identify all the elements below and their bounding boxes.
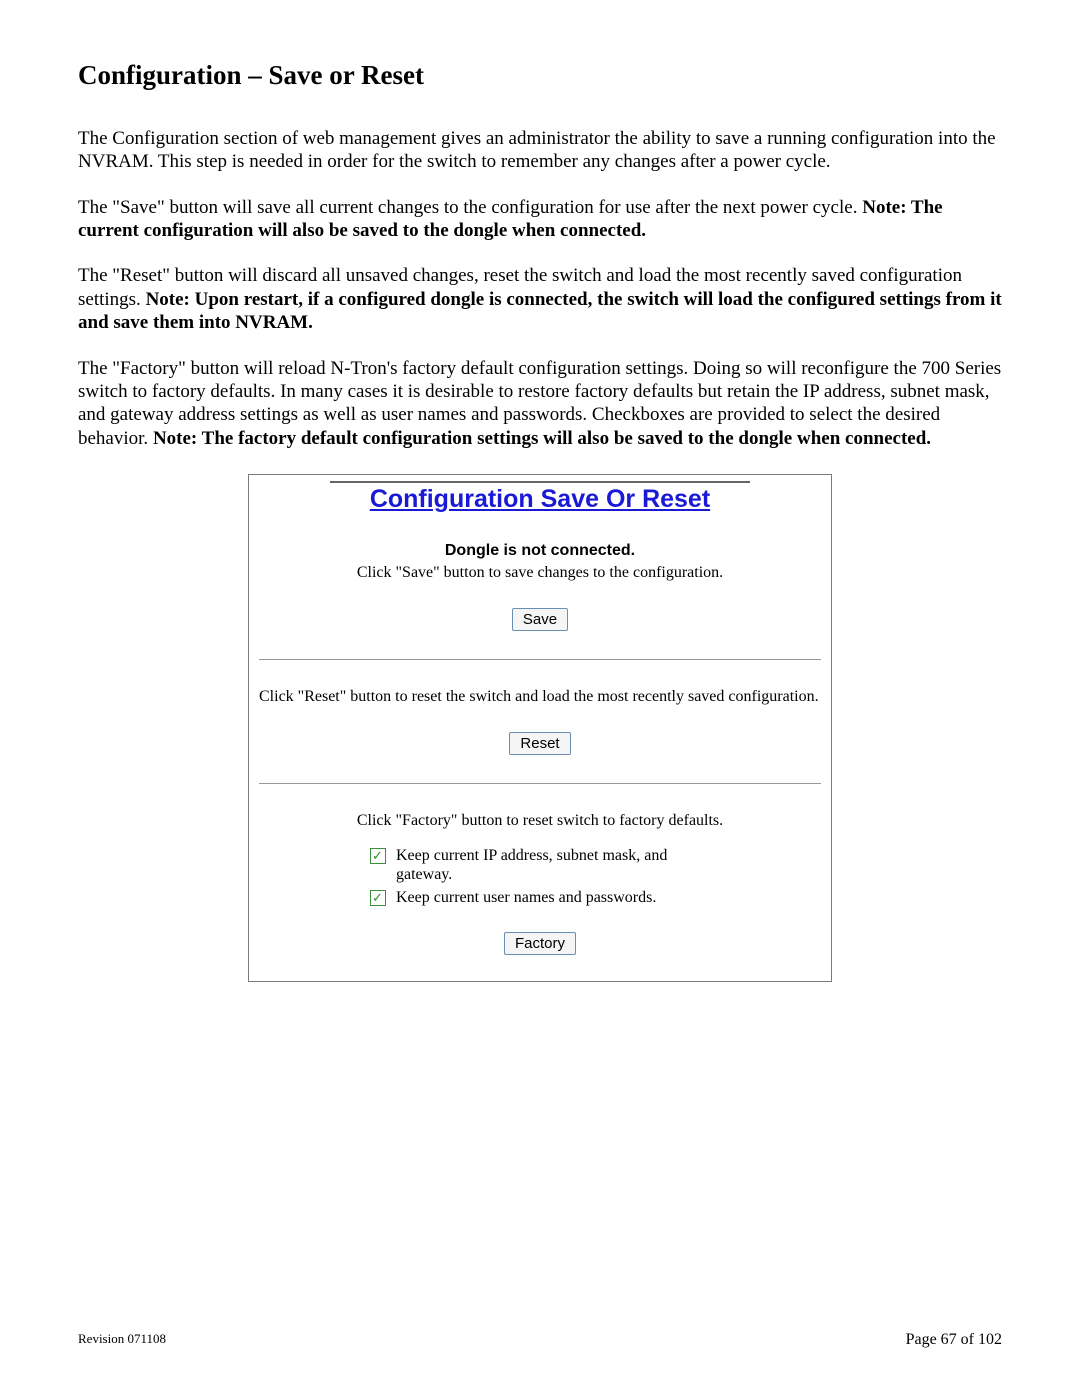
reset-button[interactable]: Reset	[509, 732, 570, 755]
save-hint: Click "Save" button to save changes to t…	[255, 564, 825, 582]
keep-ip-row: ✓ Keep current IP address, subnet mask, …	[370, 846, 710, 884]
panel-top-rule	[330, 481, 750, 483]
page-footer: Revision 071108 Page 67 of 102	[78, 1331, 1002, 1349]
revision-text: Revision 071108	[78, 1331, 166, 1349]
factory-paragraph: The "Factory" button will reload N-Tron'…	[78, 357, 1002, 450]
keep-users-label: Keep current user names and passwords.	[396, 888, 656, 907]
dongle-status: Dongle is not connected.	[255, 542, 825, 560]
factory-hint: Click "Factory" button to reset switch t…	[255, 812, 825, 830]
panel-title[interactable]: Configuration Save Or Reset	[255, 485, 825, 514]
keep-ip-checkbox[interactable]: ✓	[370, 848, 386, 864]
factory-options: ✓ Keep current IP address, subnet mask, …	[370, 846, 710, 908]
save-button[interactable]: Save	[512, 608, 568, 631]
keep-users-checkbox[interactable]: ✓	[370, 890, 386, 906]
config-panel: Configuration Save Or Reset Dongle is no…	[248, 474, 832, 982]
divider-2	[259, 783, 821, 784]
reset-paragraph-note: Note: Upon restart, if a configured dong…	[78, 289, 1002, 333]
factory-paragraph-note: Note: The factory default configuration …	[153, 428, 931, 449]
save-paragraph-text: The "Save" button will save all current …	[78, 197, 862, 218]
check-icon: ✓	[372, 848, 383, 864]
page-heading: Configuration – Save or Reset	[78, 60, 1002, 91]
check-icon: ✓	[372, 890, 383, 906]
factory-button[interactable]: Factory	[504, 932, 576, 955]
divider-1	[259, 659, 821, 660]
keep-users-row: ✓ Keep current user names and passwords.	[370, 888, 710, 907]
intro-paragraph: The Configuration section of web managem…	[78, 127, 1002, 174]
page-number: Page 67 of 102	[906, 1331, 1002, 1349]
save-paragraph: The "Save" button will save all current …	[78, 196, 1002, 243]
keep-ip-label: Keep current IP address, subnet mask, an…	[396, 846, 710, 884]
reset-hint: Click "Reset" button to reset the switch…	[255, 688, 825, 706]
reset-paragraph: The "Reset" button will discard all unsa…	[78, 264, 1002, 334]
